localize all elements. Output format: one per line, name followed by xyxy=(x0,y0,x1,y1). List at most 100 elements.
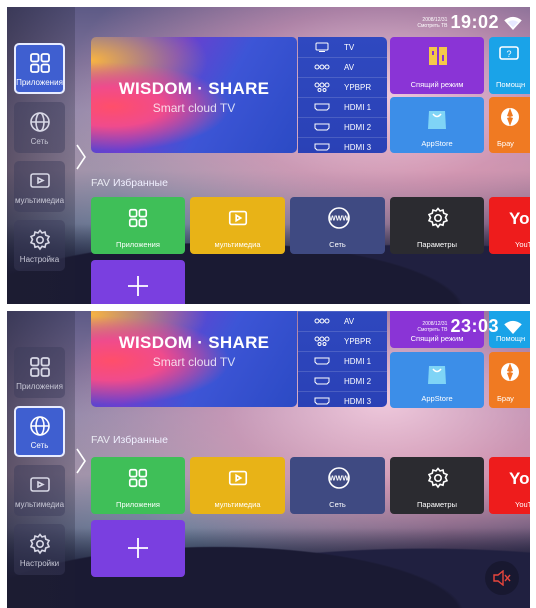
fav-settings-tile[interactable]: Параметры xyxy=(390,197,484,254)
sidebar-item-label: Приложения xyxy=(16,381,63,391)
source-hdmi1[interactable]: HDMI 1 xyxy=(298,97,387,118)
media-player-icon xyxy=(228,470,248,486)
tv-launcher-screen-2: WISDOM · SHARE Smart cloud TV TV AV YPBP… xyxy=(7,311,530,608)
sidebar-item-label: Сеть xyxy=(30,440,49,450)
source-hdmi3[interactable]: HDMI 3 xyxy=(298,391,387,407)
browser-tile[interactable]: Брау xyxy=(489,97,530,153)
input-source-list: TV AV YPBPR HDMI 1 HDMI 2 HDMI 3 xyxy=(298,311,387,407)
fav-apps-tile[interactable]: Приложения xyxy=(91,197,185,254)
input-source-list: TV AV YPBPR HDMI 1 HDMI 2 HDMI 3 xyxy=(298,37,387,153)
www-globe-icon: WWW xyxy=(328,207,350,229)
sidebar-item-network[interactable]: Сеть xyxy=(14,102,65,153)
sidebar: Приложения Сеть мультимедиа Настройки xyxy=(7,311,75,608)
source-hdmi1[interactable]: HDMI 1 xyxy=(298,351,387,372)
sidebar-item-label: Настройка xyxy=(19,254,60,264)
sidebar-item-settings[interactable]: Настройка xyxy=(14,220,65,271)
banner-title: WISDOM · SHARE xyxy=(118,79,270,98)
wifi-icon xyxy=(504,320,522,334)
sidebar-item-settings[interactable]: Настройки xyxy=(14,524,65,575)
sleep-mode-tile[interactable]: Спящий режим xyxy=(390,37,484,94)
component-jack-icon xyxy=(314,82,330,92)
fav-apps-tile[interactable]: Приложения xyxy=(91,457,185,514)
date-label: 2008/12/31 Смотреть ТВ xyxy=(417,320,448,333)
plus-icon xyxy=(128,276,148,296)
youtube-logo: You xyxy=(509,469,530,488)
mute-indicator xyxy=(485,561,519,595)
source-av[interactable]: AV xyxy=(298,57,387,78)
wisdom-share-banner[interactable]: WISDOM · SHARE Smart cloud TV xyxy=(91,37,297,153)
globe-icon xyxy=(29,415,50,436)
gear-icon xyxy=(427,207,449,229)
sidebar-item-label: Настройки xyxy=(19,558,60,568)
svg-text:WWW: WWW xyxy=(329,216,349,223)
hdmi-icon xyxy=(314,103,330,111)
date-label: 2008/12/31 Смотреть ТВ xyxy=(417,16,448,29)
gear-icon xyxy=(427,467,449,489)
fav-youtube-tile[interactable]: You YouT xyxy=(489,457,530,514)
fav-multimedia-tile[interactable]: мультимедиа xyxy=(190,457,285,514)
browser-icon xyxy=(501,108,519,126)
hdmi-icon xyxy=(314,377,330,385)
hdmi-icon xyxy=(314,397,330,405)
sidebar-item-network[interactable]: Сеть xyxy=(14,406,65,457)
gear-icon xyxy=(29,532,50,554)
apps-grid-icon xyxy=(29,356,50,377)
source-hdmi3[interactable]: HDMI 3 xyxy=(298,137,387,153)
plus-icon xyxy=(128,538,148,558)
favorites-heading: FAV Избранные xyxy=(91,434,168,446)
sidebar-item-multimedia[interactable]: мультимедиа xyxy=(14,465,65,516)
speaker-muted-icon xyxy=(493,570,511,586)
source-hdmi2[interactable]: HDMI 2 xyxy=(298,117,387,138)
media-player-icon xyxy=(29,476,50,492)
fav-settings-tile[interactable]: Параметры xyxy=(390,457,484,514)
favorites-heading: FAV Избранные xyxy=(91,177,168,189)
sidebar-item-label: мультимедиа xyxy=(14,499,65,509)
sidebar-item-multimedia[interactable]: мультимедиа xyxy=(14,161,65,212)
banner-subtitle: Smart cloud TV xyxy=(152,101,236,115)
youtube-logo: You xyxy=(509,209,530,228)
gear-icon xyxy=(29,228,50,250)
sleep-timer-icon xyxy=(429,47,447,65)
chevron-right-icon[interactable] xyxy=(75,448,87,474)
media-player-icon xyxy=(228,210,248,226)
apps-grid-icon xyxy=(128,208,148,228)
help-tile[interactable]: ? Помощн xyxy=(489,37,530,94)
banner-subtitle: Smart cloud TV xyxy=(152,355,236,369)
source-tv[interactable]: TV xyxy=(298,37,387,58)
hdmi-icon xyxy=(314,143,330,151)
fav-multimedia-tile[interactable]: мультимедиа xyxy=(190,197,285,254)
source-ypbpr[interactable]: YPBPR xyxy=(298,331,387,352)
source-hdmi2[interactable]: HDMI 2 xyxy=(298,371,387,392)
sidebar-item-label: Сеть xyxy=(30,136,49,146)
clock: 19:02 xyxy=(450,12,499,32)
source-ypbpr[interactable]: YPBPR xyxy=(298,77,387,98)
av-jack-icon xyxy=(314,318,330,324)
source-av[interactable]: AV xyxy=(298,311,387,332)
wifi-icon xyxy=(504,16,522,30)
fav-network-tile[interactable]: WWW Сеть xyxy=(290,197,385,254)
status-bar: 2008/12/31 Смотреть ТВ 19:02 xyxy=(417,12,522,33)
fav-youtube-tile[interactable]: You YouT xyxy=(489,197,530,254)
add-favorite-tile[interactable] xyxy=(91,260,185,304)
chevron-right-icon[interactable] xyxy=(75,144,87,170)
av-jack-icon xyxy=(314,64,330,70)
tv-launcher-screen-1: 2008/12/31 Смотреть ТВ 19:02 Приложения … xyxy=(7,7,530,304)
wisdom-share-banner[interactable]: WISDOM · SHARE Smart cloud TV xyxy=(91,311,297,407)
www-globe-icon: WWW xyxy=(328,467,350,489)
browser-tile[interactable]: Брау xyxy=(489,352,530,408)
status-bar: 2008/12/31 Смотреть ТВ 23:03 xyxy=(417,316,522,337)
sidebar-item-apps[interactable]: Приложения xyxy=(14,347,65,398)
appstore-tile[interactable]: AppStore xyxy=(390,352,484,408)
add-favorite-tile[interactable] xyxy=(91,520,185,577)
globe-icon xyxy=(29,111,50,132)
apps-grid-icon xyxy=(128,468,148,488)
fav-network-tile[interactable]: WWW Сеть xyxy=(290,457,385,514)
appstore-tile[interactable]: AppStore xyxy=(390,97,484,153)
svg-text:?: ? xyxy=(506,49,511,59)
media-player-icon xyxy=(29,172,50,188)
tv-icon xyxy=(315,42,329,52)
svg-text:WWW: WWW xyxy=(329,476,349,483)
help-monitor-icon: ? xyxy=(499,46,519,60)
sidebar-item-apps[interactable]: Приложения xyxy=(14,43,65,94)
shopping-bag-icon xyxy=(428,366,446,384)
